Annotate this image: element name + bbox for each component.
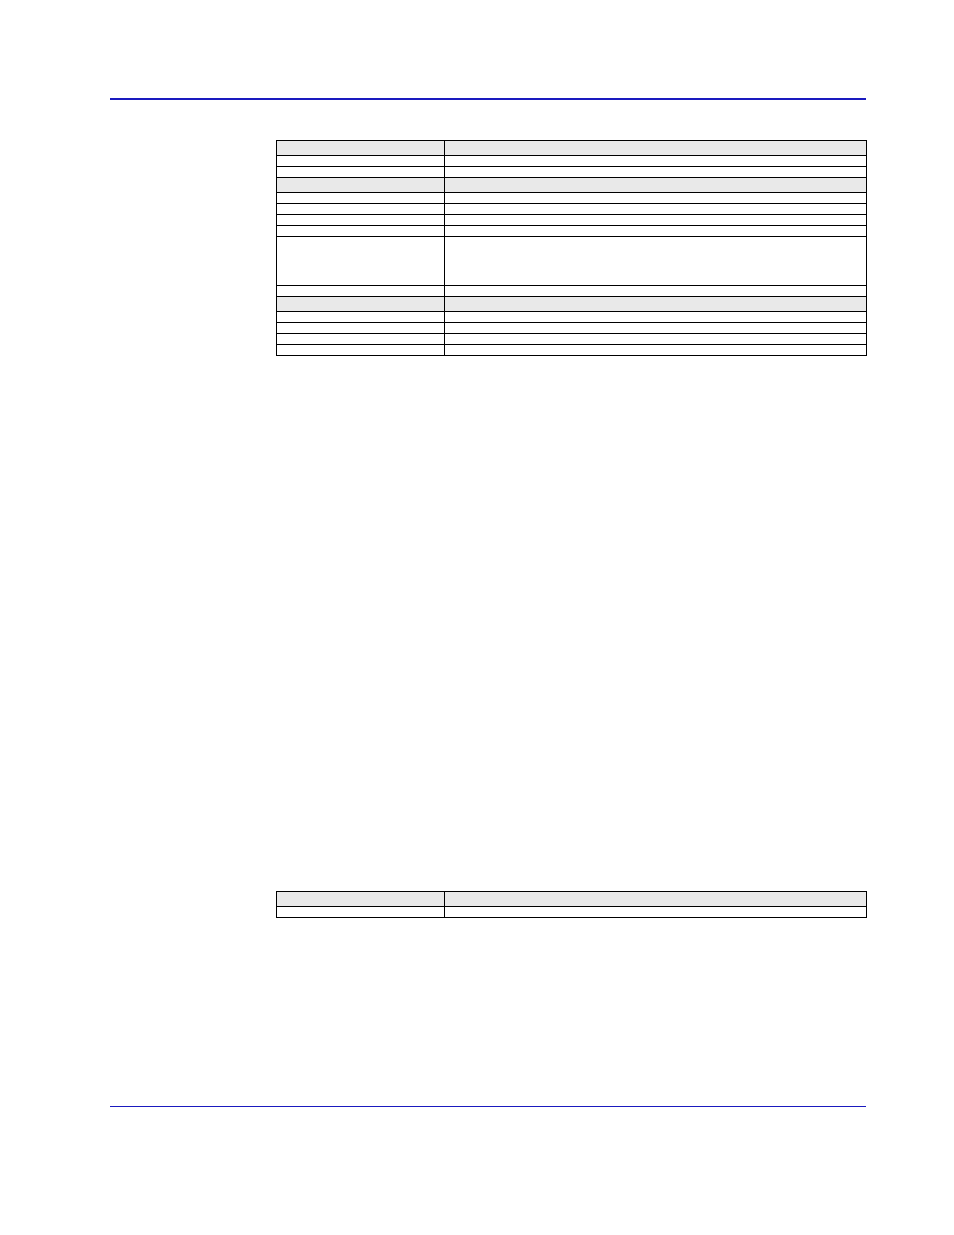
t1-s0-r0-c1 (445, 156, 867, 167)
t1-s1-r4-c1 (445, 237, 867, 286)
t1-s2-title-1 (445, 297, 867, 312)
t1-s1-r0-c0 (277, 193, 445, 204)
header-rule (110, 98, 866, 100)
t1-s2-r1-c1 (445, 323, 867, 334)
t1-s1-r1-c1 (445, 204, 867, 215)
t2-r0-c1 (445, 907, 867, 918)
t1-header-2 (445, 141, 867, 156)
footer-rule (110, 1106, 866, 1107)
t1-s2-r2-c1 (445, 334, 867, 345)
t1-s1-r0-c1 (445, 193, 867, 204)
t1-s0-r1-c0 (277, 167, 445, 178)
t1-s1-r5-c1 (445, 286, 867, 297)
t1-s2-title-0 (277, 297, 445, 312)
t2-header-2 (445, 892, 867, 907)
spec-table-1 (276, 140, 867, 356)
spec-table-2 (276, 891, 867, 918)
t2-header-1 (277, 892, 445, 907)
t1-s1-r1-c0 (277, 204, 445, 215)
t1-s2-r2-c0 (277, 334, 445, 345)
t1-s2-r0-c0 (277, 312, 445, 323)
t1-header-1 (277, 141, 445, 156)
t1-s1-title-0 (277, 178, 445, 193)
t1-s2-r0-c1 (445, 312, 867, 323)
t1-s1-r2-c0 (277, 215, 445, 226)
t1-s1-r5-c0 (277, 286, 445, 297)
t1-s1-title-1 (445, 178, 867, 193)
t1-s0-r1-c1 (445, 167, 867, 178)
t1-s2-r3-c1 (445, 345, 867, 356)
page (0, 0, 954, 1235)
t1-s1-r2-c1 (445, 215, 867, 226)
t1-s0-r0-c0 (277, 156, 445, 167)
t1-s2-r1-c0 (277, 323, 445, 334)
t2-r0-c0 (277, 907, 445, 918)
t1-s1-r3-c1 (445, 226, 867, 237)
t1-s2-r3-c0 (277, 345, 445, 356)
t1-s1-r3-c0 (277, 226, 445, 237)
t1-s1-r4-c0 (277, 237, 445, 286)
